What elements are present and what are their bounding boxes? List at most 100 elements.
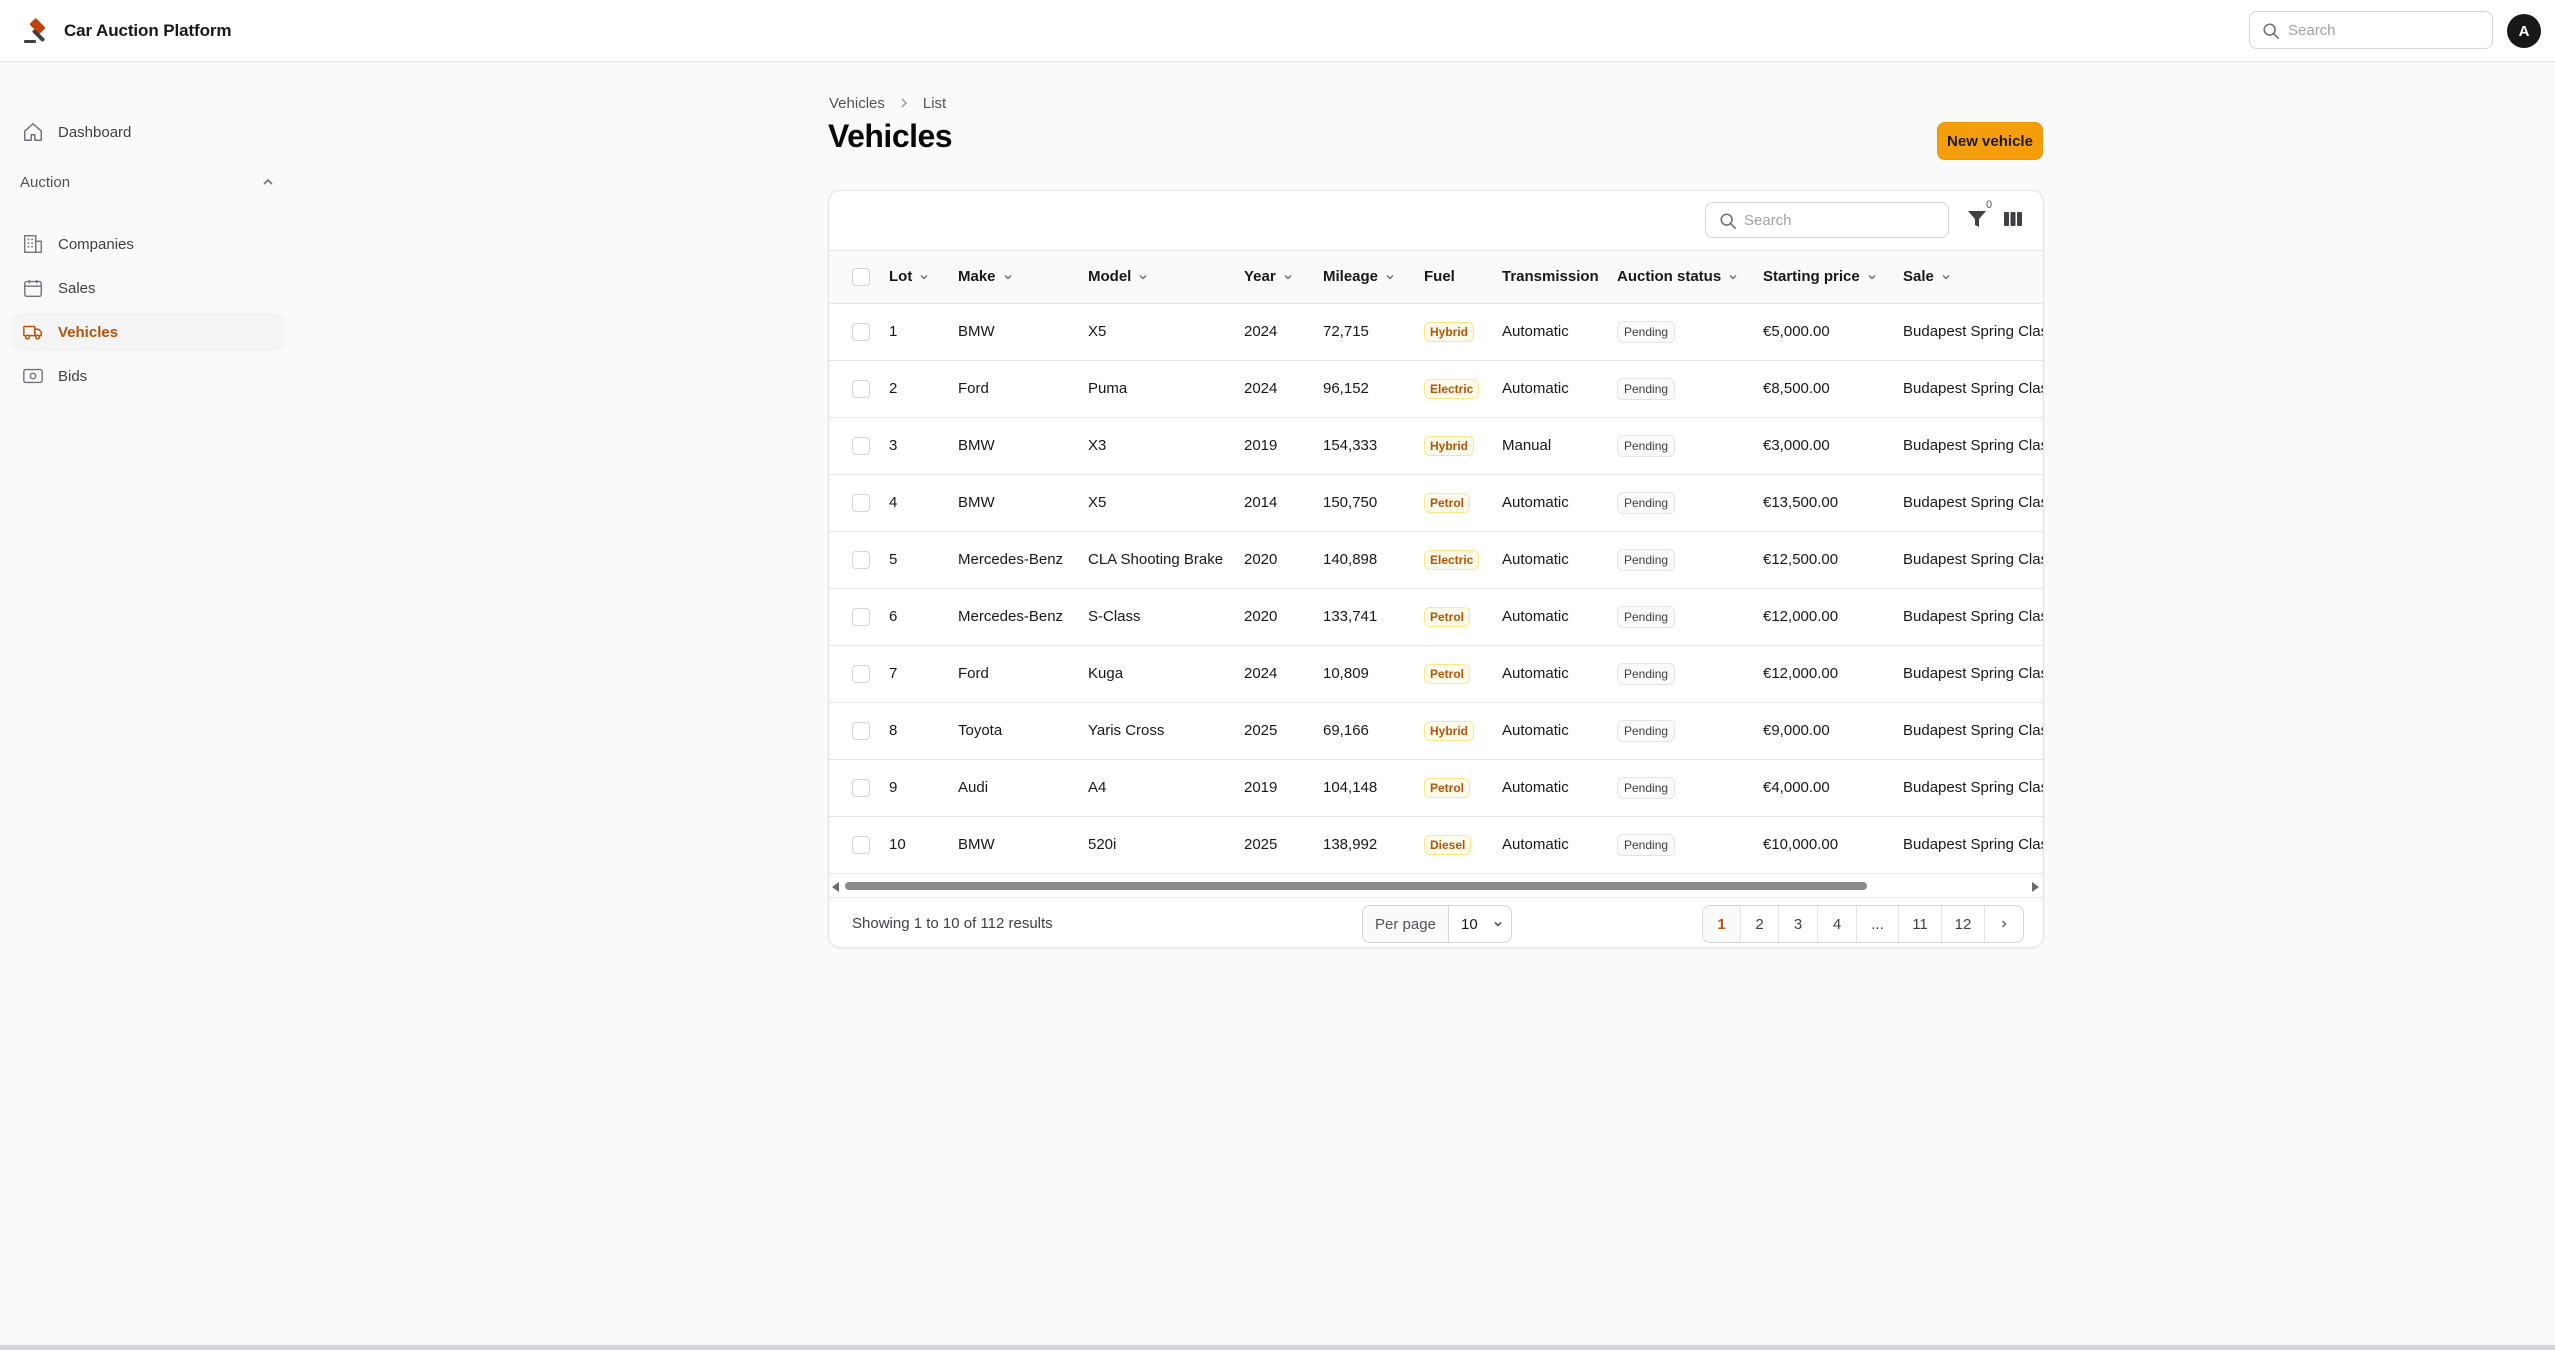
column-header-model[interactable]: Model bbox=[1088, 251, 1244, 303]
breadcrumb-link-vehicles[interactable]: Vehicles bbox=[829, 95, 885, 112]
column-header-sale[interactable]: Sale bbox=[1903, 251, 2043, 303]
cell-status: Pending bbox=[1617, 588, 1763, 645]
table-search-input[interactable]: Search bbox=[1705, 202, 1949, 238]
table-row[interactable]: 1 BMW X5 2024 72,715 Hybrid Automatic Pending €5… bbox=[829, 303, 2043, 360]
cell-year: 2025 bbox=[1244, 722, 1278, 739]
per-page-select[interactable]: Per page 10 bbox=[1362, 905, 1512, 943]
scroll-right-arrow-icon[interactable] bbox=[2032, 882, 2039, 892]
pagination: 1 2 3 4 ... 11 12 bbox=[1702, 905, 2024, 943]
chevron-down-icon bbox=[920, 275, 928, 280]
row-checkbox[interactable] bbox=[852, 322, 870, 341]
cell-lot: 10 bbox=[889, 836, 906, 853]
row-checkbox[interactable] bbox=[852, 550, 870, 569]
column-header-mileage[interactable]: Mileage bbox=[1323, 251, 1424, 303]
global-search-input[interactable]: Search bbox=[2249, 11, 2493, 49]
page-button-3[interactable]: 3 bbox=[1779, 906, 1818, 942]
cell-price: €12,500.00 bbox=[1763, 551, 1839, 568]
scroll-left-arrow-icon[interactable] bbox=[832, 882, 839, 892]
cell-mileage: 96,152 bbox=[1323, 380, 1369, 397]
status-badge: Pending bbox=[1617, 776, 1676, 799]
table-row[interactable]: 8 Toyota Yaris Cross 2025 69,166 Hybrid Automa… bbox=[829, 702, 2044, 759]
sidebar-item-label: Companies bbox=[58, 235, 134, 253]
cell-fuel: Electric bbox=[1424, 531, 1502, 588]
column-header-auction-status[interactable]: Auction status bbox=[1617, 251, 1763, 303]
row-checkbox[interactable] bbox=[852, 436, 870, 455]
cell-lot: 7 bbox=[889, 665, 898, 682]
new-vehicle-button[interactable]: New vehicle bbox=[1937, 122, 2043, 160]
scrollbar-thumb[interactable] bbox=[845, 882, 1867, 890]
cell-transmission: Automatic bbox=[1502, 665, 1569, 682]
table-row[interactable]: 2 Ford Puma 2024 96,152 Electric Automatic Pend… bbox=[829, 360, 2044, 417]
cell-sale: Budapest Spring Clas bbox=[1903, 551, 2044, 568]
user-avatar[interactable]: A bbox=[2507, 14, 2541, 48]
sidebar-item-sales[interactable]: Sales bbox=[12, 269, 284, 307]
cell-model: Yaris Cross bbox=[1088, 722, 1165, 739]
cell-price: €4,000.00 bbox=[1763, 779, 1830, 796]
cell-fuel: Petrol bbox=[1424, 759, 1502, 816]
table-row[interactable]: 10 BMW 520i 2025 138,992 Diesel Automatic Pendi… bbox=[829, 816, 2043, 873]
per-page-value: 10 bbox=[1461, 915, 1478, 933]
row-checkbox[interactable] bbox=[852, 778, 870, 797]
row-checkbox-cell bbox=[829, 303, 889, 360]
per-page-label: Per page bbox=[1363, 906, 1449, 942]
sidebar-item-bids[interactable]: Bids bbox=[12, 357, 284, 395]
cell-sale: Budapest Spring Clas bbox=[1903, 380, 2044, 397]
cell-model: A4 bbox=[1088, 779, 1107, 796]
page-button-1[interactable]: 1 bbox=[1703, 906, 1741, 942]
cell-transmission: Manual bbox=[1502, 437, 1552, 454]
page-button-11[interactable]: 11 bbox=[1899, 906, 1942, 942]
page-button-2[interactable]: 2 bbox=[1741, 906, 1779, 942]
table-row[interactable]: 5 Mercedes-Benz CLA Shooting Brake 2020 140,… bbox=[829, 531, 2044, 588]
sidebar-group-auction[interactable]: Auction bbox=[20, 170, 276, 194]
row-checkbox-cell bbox=[829, 474, 889, 531]
row-checkbox[interactable] bbox=[852, 493, 870, 512]
row-checkbox[interactable] bbox=[852, 607, 870, 626]
row-checkbox-cell bbox=[829, 588, 889, 645]
row-checkbox-cell bbox=[829, 360, 889, 417]
select-all-checkbox[interactable] bbox=[852, 267, 870, 286]
brand[interactable]: Car Auction Platform bbox=[22, 14, 231, 48]
cell-status: Pending bbox=[1617, 531, 1763, 588]
chevron-down-icon bbox=[1139, 275, 1147, 280]
cell-fuel: Hybrid bbox=[1424, 702, 1502, 759]
horizontal-scrollbar[interactable] bbox=[829, 877, 2043, 897]
column-header-starting-price[interactable]: Starting price bbox=[1763, 251, 1903, 303]
cell-mileage: 140,898 bbox=[1323, 551, 1378, 568]
cell-make: BMW bbox=[958, 323, 995, 340]
per-page-value-box[interactable]: 10 bbox=[1449, 906, 1511, 942]
cell-fuel: Hybrid bbox=[1424, 303, 1502, 360]
cell-year: 2020 bbox=[1244, 608, 1278, 625]
next-page-button[interactable] bbox=[1985, 906, 2023, 942]
calendar-icon bbox=[24, 279, 42, 297]
table-row[interactable]: 3 BMW X3 2019 154,333 Hybrid Manual Pending €3,0… bbox=[829, 417, 2043, 474]
row-checkbox[interactable] bbox=[852, 721, 870, 740]
chevron-down-icon bbox=[1494, 921, 1502, 927]
chevron-up-icon[interactable] bbox=[260, 174, 276, 190]
row-checkbox[interactable] bbox=[852, 379, 870, 398]
cell-fuel: Diesel bbox=[1424, 816, 1502, 873]
cell-sale: Budapest Spring Clas bbox=[1903, 722, 2044, 739]
sidebar-item-companies[interactable]: Companies bbox=[12, 225, 284, 263]
page-button-4[interactable]: 4 bbox=[1818, 906, 1857, 942]
page-button-12[interactable]: 12 bbox=[1942, 906, 1985, 942]
column-header-make[interactable]: Make bbox=[958, 251, 1088, 303]
fuel-badge: Hybrid bbox=[1424, 321, 1475, 342]
row-checkbox[interactable] bbox=[852, 835, 870, 854]
column-header-lot[interactable]: Lot bbox=[889, 251, 958, 303]
column-header-year[interactable]: Year bbox=[1244, 251, 1323, 303]
cell-year: 2020 bbox=[1244, 551, 1278, 568]
cell-year: 2025 bbox=[1244, 836, 1278, 853]
sidebar-item-vehicles[interactable]: Vehicles bbox=[12, 313, 284, 351]
row-checkbox[interactable] bbox=[852, 664, 870, 683]
sidebar-item-dashboard[interactable]: Dashboard bbox=[12, 113, 284, 151]
columns-icon[interactable] bbox=[2001, 207, 2025, 231]
cell-mileage: 72,715 bbox=[1323, 323, 1369, 340]
cell-fuel: Petrol bbox=[1424, 588, 1502, 645]
cell-lot: 8 bbox=[889, 722, 898, 739]
table-row[interactable]: 6 Mercedes-Benz S-Class 2020 133,741 Petrol Au… bbox=[829, 588, 2043, 645]
cell-status: Pending bbox=[1617, 702, 1763, 759]
chevron-down-icon bbox=[1284, 275, 1292, 280]
table-row[interactable]: 9 Audi A4 2019 104,148 Petrol Automatic Pending… bbox=[829, 759, 2043, 816]
table-row[interactable]: 7 Ford Kuga 2024 10,809 Petrol Automatic Pendin… bbox=[829, 645, 2043, 702]
table-row[interactable]: 4 BMW X5 2014 150,750 Petrol Automatic Pending €… bbox=[829, 474, 2043, 531]
